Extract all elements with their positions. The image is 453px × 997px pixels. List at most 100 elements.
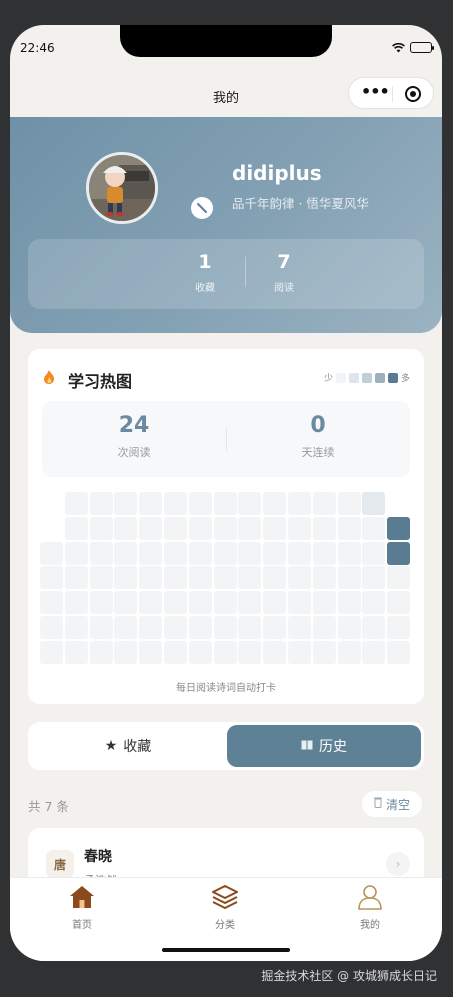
heatmap-cell xyxy=(40,615,63,639)
heatmap-cell xyxy=(387,516,411,540)
heatmap-cell xyxy=(163,566,187,590)
heatmap-cell xyxy=(362,516,386,540)
summary-reads: 24 次阅读 xyxy=(84,413,184,460)
mini-program-capsule: ••• xyxy=(348,77,434,109)
heatmap-cell xyxy=(238,615,262,639)
heatmap-summary: 24 次阅读 0 天连续 xyxy=(42,401,410,477)
phone-frame: 22:46 我的 ••• didiplus 品千年韵律 · 悟华夏风华 1 收藏… xyxy=(10,25,442,961)
heatmap-cell xyxy=(64,615,88,639)
heatmap-cell xyxy=(114,566,138,590)
heatmap-cell xyxy=(213,566,237,590)
heatmap-cell xyxy=(263,640,287,664)
tab-favorites[interactable]: ★ 收藏 xyxy=(31,725,225,767)
tabbar-item-category[interactable]: 分类 xyxy=(195,882,255,931)
heatmap-cell xyxy=(139,591,163,615)
summary-streak-label: 天连续 xyxy=(301,446,335,459)
more-icon[interactable]: ••• xyxy=(361,84,390,100)
history-count: 共 7 条 xyxy=(28,799,69,814)
heatmap-cell xyxy=(64,492,88,515)
status-icons xyxy=(392,42,434,53)
heatmap-cell xyxy=(287,615,311,639)
heatmap-cell xyxy=(387,591,411,615)
heatmap-legend: 少 多 xyxy=(324,371,410,384)
heatmap-cell xyxy=(387,615,411,639)
heatmap-cell xyxy=(312,541,336,565)
summary-streak-value: 0 xyxy=(310,413,326,438)
heatmap-cell xyxy=(213,640,237,664)
heatmap-cell xyxy=(312,566,336,590)
heatmap-cell xyxy=(337,591,361,615)
heatmap-cell xyxy=(287,516,311,540)
heatmap-cell xyxy=(387,541,411,565)
profile-motto: 品千年韵律 · 悟华夏风华 xyxy=(232,196,369,211)
heatmap-cell xyxy=(163,516,187,540)
heatmap-cell xyxy=(387,640,411,664)
book-icon xyxy=(301,738,313,754)
status-bar: 22:46 xyxy=(10,25,442,75)
stat-favorites[interactable]: 1 收藏 xyxy=(175,251,235,294)
edit-avatar-icon[interactable] xyxy=(191,197,213,219)
tab-history[interactable]: 历史 xyxy=(227,725,421,767)
heatmap-cell xyxy=(188,516,212,540)
heatmap-cell xyxy=(312,640,336,664)
heatmap-cell xyxy=(89,566,113,590)
heatmap-cell xyxy=(64,591,88,615)
username: didiplus xyxy=(232,161,322,185)
tab-favorites-label: 收藏 xyxy=(123,739,152,755)
user-icon xyxy=(355,882,385,912)
heatmap-cell xyxy=(337,566,361,590)
tabbar-item-home[interactable]: 首页 xyxy=(52,882,112,931)
heatmap-cell xyxy=(337,541,361,565)
heatmap-cell xyxy=(312,492,336,515)
heatmap-cell xyxy=(163,615,187,639)
heatmap-cell xyxy=(163,541,187,565)
heatmap-cell xyxy=(188,566,212,590)
heatmap-cell xyxy=(263,615,287,639)
heatmap-cell xyxy=(163,640,187,664)
close-icon[interactable] xyxy=(405,86,421,102)
heatmap-cell xyxy=(188,640,212,664)
legend-level-0 xyxy=(335,372,346,383)
home-indicator xyxy=(162,948,290,952)
heatmap-cell xyxy=(139,566,163,590)
trash-icon xyxy=(373,797,382,811)
tabbar-item-mine[interactable]: 我的 xyxy=(340,882,400,931)
heatmap-cell xyxy=(64,541,88,565)
heatmap-cell xyxy=(213,516,237,540)
heatmap-cell xyxy=(263,591,287,615)
clear-button[interactable]: 清空 xyxy=(361,791,422,817)
chevron-right-icon[interactable]: › xyxy=(386,852,410,876)
legend-high: 多 xyxy=(400,374,410,384)
notch xyxy=(120,25,332,57)
heatmap-cell xyxy=(287,566,311,590)
heatmap-cell xyxy=(163,492,187,515)
profile-header: didiplus 品千年韵律 · 悟华夏风华 1 收藏 7 阅读 xyxy=(10,117,442,333)
heatmap-cell xyxy=(89,541,113,565)
heatmap-cell xyxy=(263,541,287,565)
heatmap-cell xyxy=(263,516,287,540)
heatmap-cell xyxy=(40,492,63,515)
heatmap-cell xyxy=(312,516,336,540)
heatmap-cell xyxy=(139,640,163,664)
tabbar-label-category: 分类 xyxy=(215,920,235,931)
heatmap-cell xyxy=(40,591,63,615)
star-icon: ★ xyxy=(104,738,118,754)
heatmap-cell xyxy=(287,492,311,515)
heatmap-grid xyxy=(40,492,412,667)
stat-reads[interactable]: 7 阅读 xyxy=(254,251,314,294)
avatar[interactable] xyxy=(86,152,158,224)
heatmap-cell xyxy=(337,615,361,639)
heatmap-footer: 每日阅读诗词自动打卡 xyxy=(176,683,276,694)
heatmap-cell xyxy=(40,640,63,664)
heatmap-cell xyxy=(362,541,386,565)
poem-title: 春晓 xyxy=(84,849,112,865)
heatmap-cell xyxy=(337,516,361,540)
heatmap-cell xyxy=(362,492,386,515)
status-time: 22:46 xyxy=(20,41,55,55)
heatmap-cell xyxy=(238,591,262,615)
heatmap-cell xyxy=(362,591,386,615)
heatmap-cell xyxy=(287,591,311,615)
layers-icon xyxy=(210,882,240,912)
watermark: 掘金技术社区 @ 攻城狮成长日记 xyxy=(261,969,437,983)
heatmap-cell xyxy=(114,615,138,639)
